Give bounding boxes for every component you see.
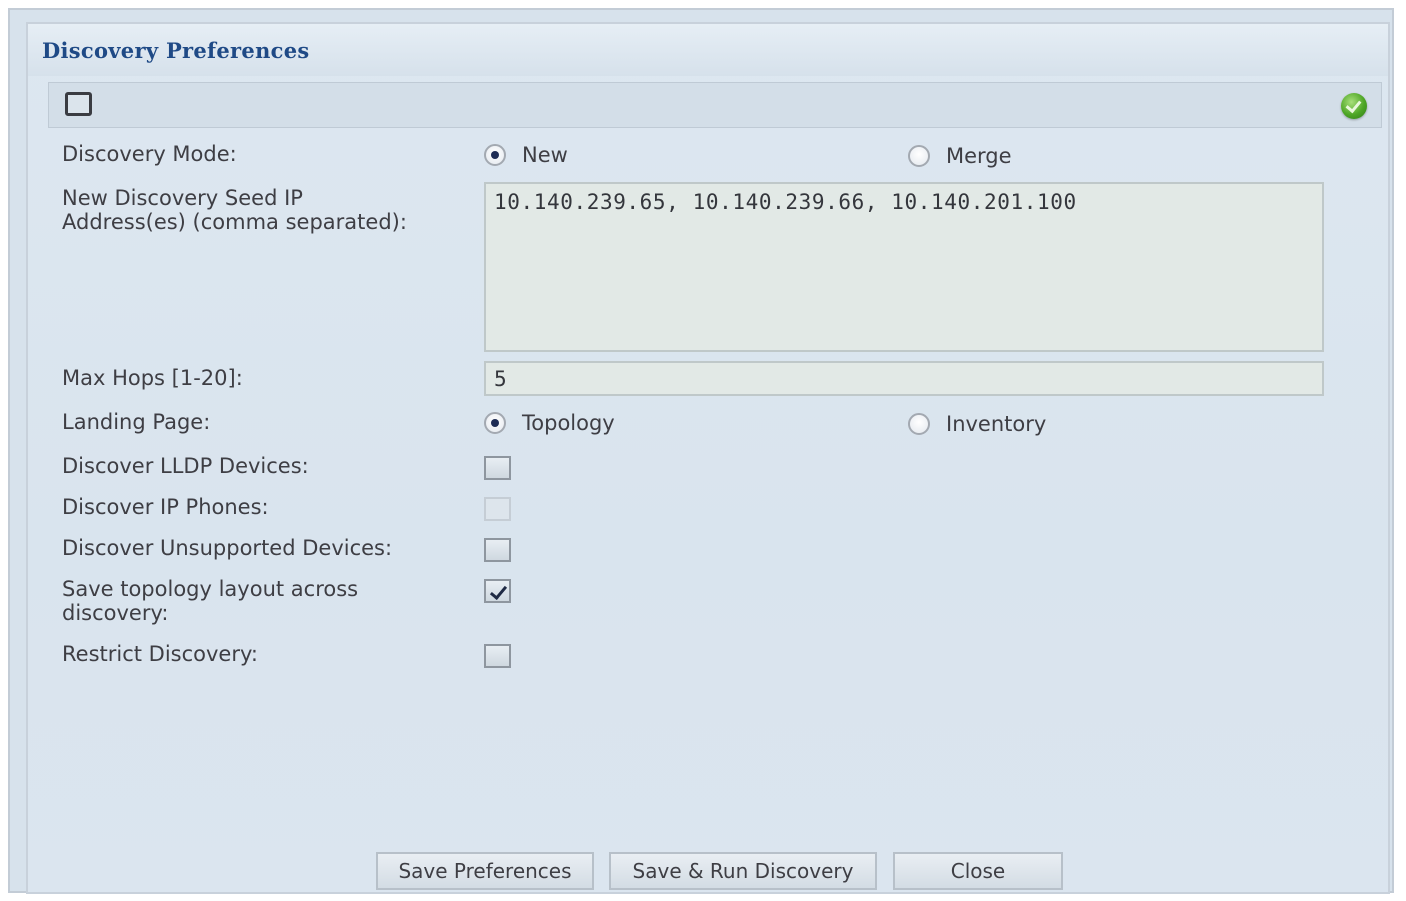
discovery-mode-label: Discovery Mode: — [62, 142, 237, 166]
landing-page-label: Landing Page: — [62, 410, 211, 434]
restrict-discovery-checkbox[interactable] — [484, 644, 511, 668]
dialog-title: Discovery Preferences — [42, 38, 310, 63]
discover-ip-phones-label: Discover IP Phones: — [62, 495, 269, 519]
landing-page-topology-label: Topology — [522, 411, 615, 435]
discovery-mode-new-radio[interactable] — [484, 144, 506, 166]
select-all-checkbox[interactable] — [65, 92, 92, 116]
discovery-mode-merge-option[interactable]: Merge — [908, 144, 1012, 168]
green-check-circle-icon — [1341, 93, 1367, 119]
discover-unsupported-label: Discover Unsupported Devices: — [62, 536, 393, 560]
discover-lldp-checkbox[interactable] — [484, 456, 511, 480]
discovery-mode-merge-radio[interactable] — [908, 145, 930, 167]
discovery-mode-new-label: New — [522, 143, 568, 167]
max-hops-label: Max Hops [1-20]: — [62, 366, 243, 390]
save-preferences-button[interactable]: Save Preferences — [376, 852, 594, 890]
landing-page-inventory-option[interactable]: Inventory — [908, 412, 1046, 436]
window-frame: Discovery Preferences Discovery Mode: Ne… — [8, 8, 1394, 894]
landing-page-topology-option[interactable]: Topology — [484, 411, 615, 435]
discovery-mode-merge-label: Merge — [946, 144, 1012, 168]
discover-ip-phones-checkbox[interactable] — [484, 497, 511, 521]
landing-page-inventory-radio[interactable] — [908, 413, 930, 435]
dialog-titlebar: Discovery Preferences — [28, 24, 1388, 76]
dialog-toolbar — [48, 82, 1382, 128]
save-topology-layout-label: Save topology layout across discovery: — [62, 577, 359, 625]
discovery-preferences-dialog: Discovery Preferences Discovery Mode: Ne… — [26, 22, 1390, 894]
max-hops-input[interactable] — [484, 361, 1324, 396]
landing-page-topology-radio[interactable] — [484, 412, 506, 434]
discover-lldp-label: Discover LLDP Devices: — [62, 454, 309, 478]
discovery-mode-new-option[interactable]: New — [484, 143, 568, 167]
discover-unsupported-checkbox[interactable] — [484, 538, 511, 562]
save-topology-layout-checkbox[interactable] — [484, 579, 511, 603]
seed-ip-textarea[interactable]: 10.140.239.65, 10.140.239.66, 10.140.201… — [484, 182, 1324, 352]
save-and-run-discovery-button[interactable]: Save & Run Discovery — [609, 852, 877, 890]
restrict-discovery-label: Restrict Discovery: — [62, 642, 258, 666]
seed-ip-label: New Discovery Seed IP Address(es) (comma… — [62, 186, 407, 234]
close-button[interactable]: Close — [893, 852, 1063, 890]
landing-page-inventory-label: Inventory — [946, 412, 1047, 436]
